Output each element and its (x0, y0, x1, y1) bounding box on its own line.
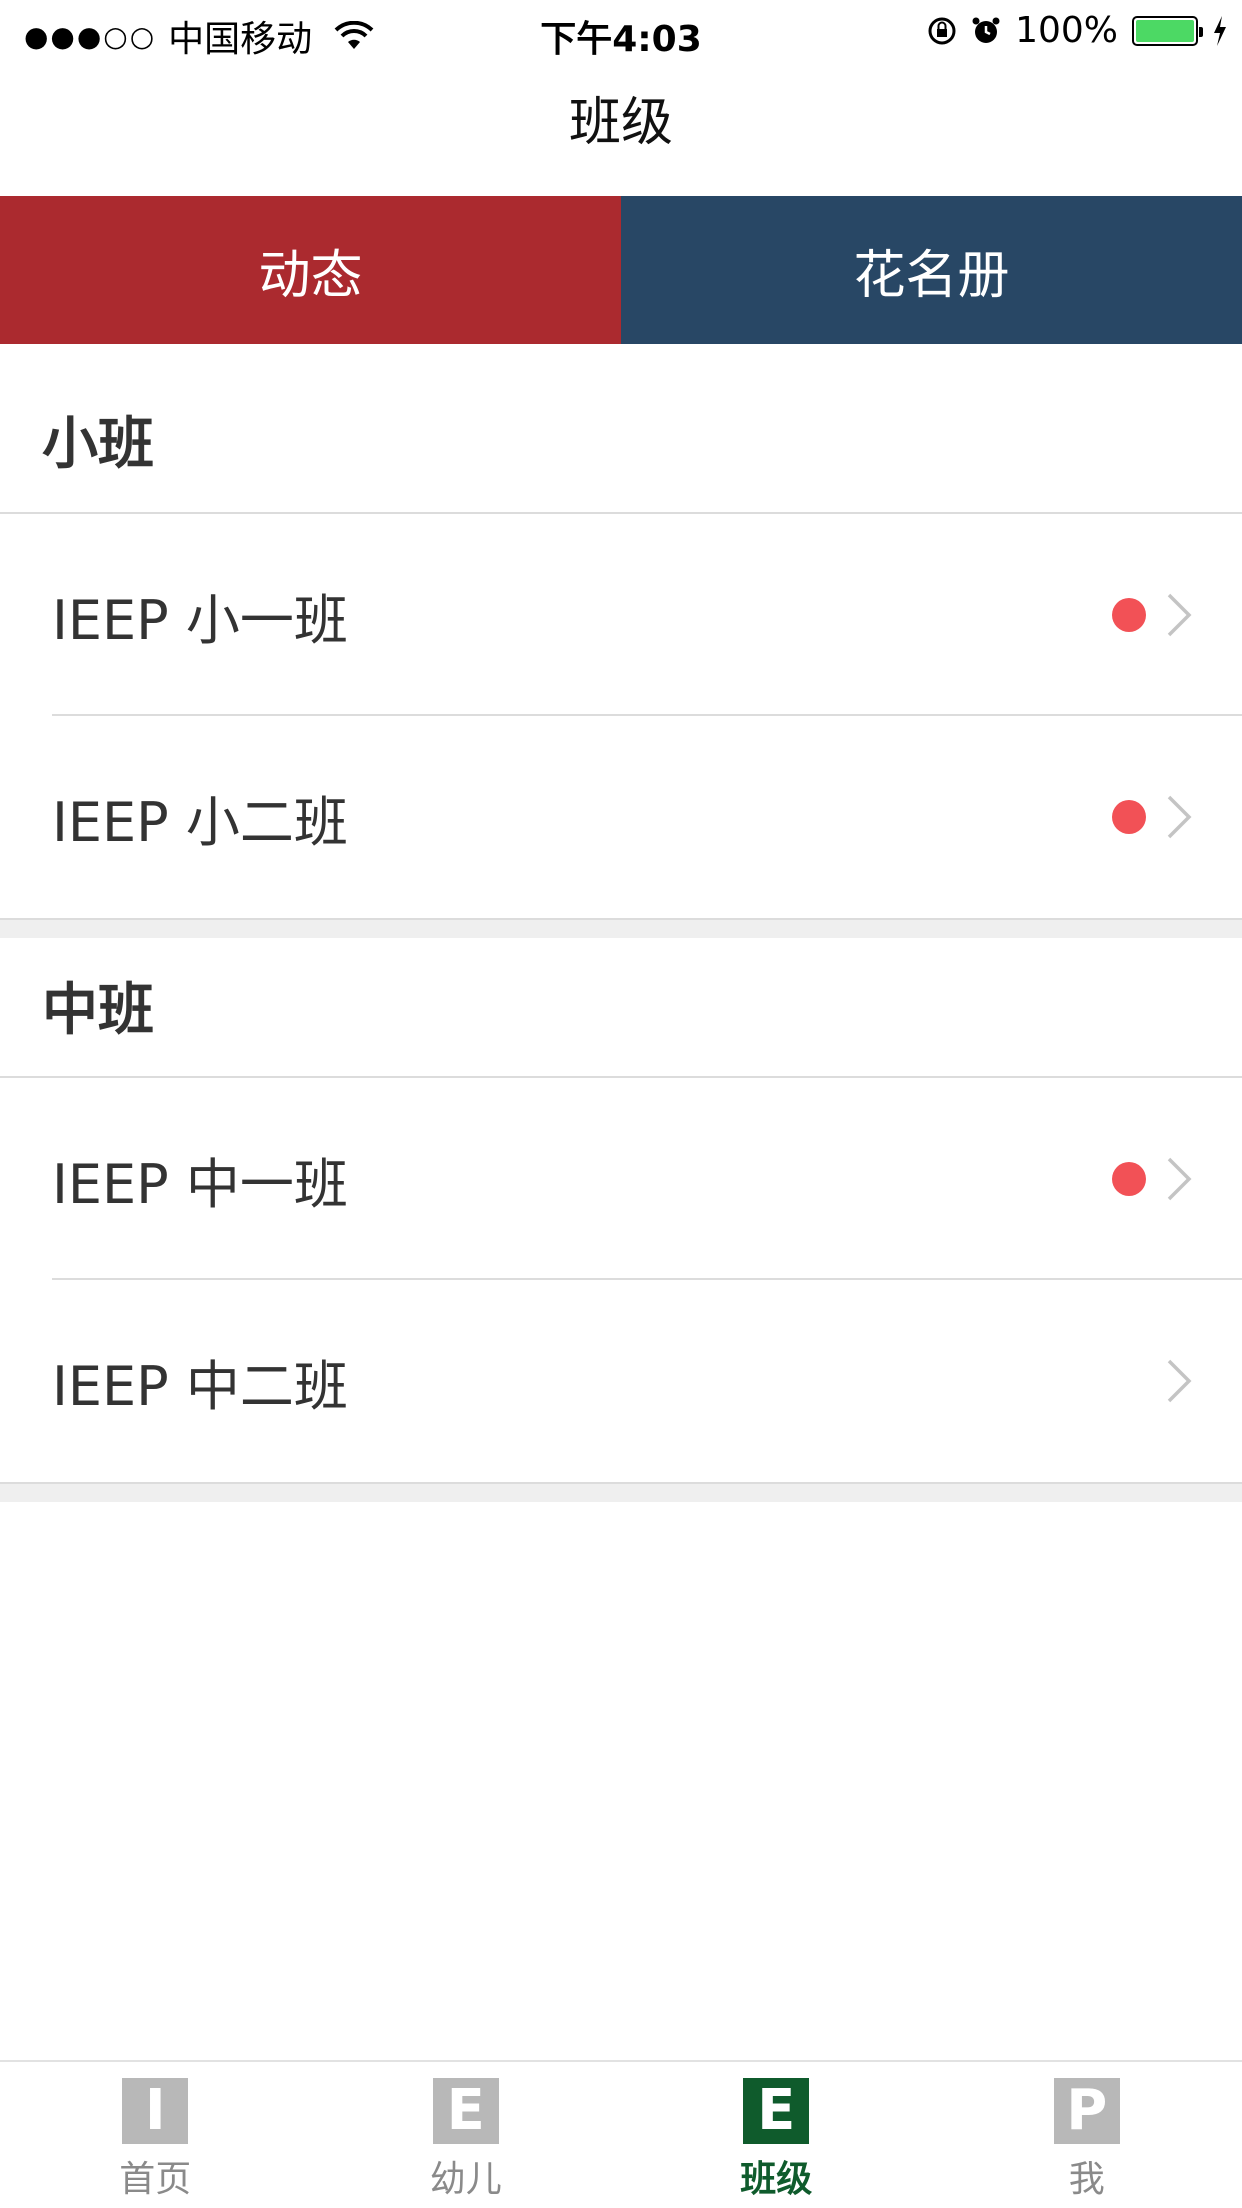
class-list: 小班 IEEP 小一班 IEEP 小二班 中班 IEEP 中一班 IEEP 中二… (0, 344, 1242, 1502)
chevron-right-icon (1167, 1157, 1192, 1201)
me-letter-icon: P (1053, 2078, 1120, 2144)
section-divider (0, 918, 1242, 938)
section-divider (0, 1482, 1242, 1502)
tab-feed-label: 动态 (258, 245, 363, 306)
unread-dot-icon (1112, 800, 1146, 834)
battery-percent: 100% (1015, 10, 1118, 51)
class-name: IEEP 中一班 (52, 1152, 348, 1216)
class-row[interactable]: IEEP 小一班 (0, 514, 1242, 716)
segment-tabs: 动态 花名册 (0, 196, 1242, 364)
class-name: IEEP 小二班 (52, 790, 348, 854)
tabbar-item-home[interactable]: I 首页 (0, 2062, 311, 2208)
chevron-right-icon (1167, 1359, 1192, 1403)
chevron-right-icon (1167, 795, 1192, 839)
charging-bolt-icon (1214, 15, 1226, 46)
bottom-tab-bar: I 首页 E 幼儿 E 班级 P 我 (0, 2060, 1242, 2208)
section-header: 中班 (0, 938, 1242, 1078)
tabbar-label: 班级 (740, 2159, 813, 2200)
status-right: 100% (927, 10, 1228, 51)
children-letter-icon: E (432, 2078, 499, 2144)
unread-dot-icon (1112, 1162, 1146, 1196)
class-name: IEEP 中二班 (52, 1354, 348, 1418)
battery-icon (1132, 15, 1203, 46)
chevron-right-icon (1167, 593, 1192, 637)
alarm-icon (972, 17, 1000, 43)
class-row[interactable]: IEEP 中一班 (0, 1078, 1242, 1280)
page-title: 班级 (568, 93, 673, 153)
tabbar-label: 我 (1068, 2159, 1105, 2200)
battery-fill (1136, 19, 1194, 42)
tabbar-item-classes[interactable]: E 班级 (621, 2062, 932, 2208)
class-row[interactable]: IEEP 小二班 (0, 716, 1242, 918)
rotation-lock-icon (928, 17, 956, 44)
tabbar-item-children[interactable]: E 幼儿 (311, 2062, 622, 2208)
tabbar-label: 首页 (119, 2159, 192, 2200)
tab-roster-label: 花名册 (853, 245, 1010, 306)
tab-roster[interactable]: 花名册 (621, 196, 1242, 344)
tab-feed[interactable]: 动态 (0, 196, 621, 364)
status-bar: ●●●○○ 中国移动 下午4:03 100% (0, 0, 1242, 64)
class-row[interactable]: IEEP 中二班 (0, 1280, 1242, 1482)
tabbar-item-me[interactable]: P 我 (932, 2062, 1242, 2208)
unread-dot-icon (1112, 598, 1146, 632)
home-letter-icon: I (122, 2078, 189, 2144)
section-header: 小班 (0, 344, 1242, 514)
class-name: IEEP 小一班 (52, 588, 348, 652)
tabbar-label: 幼儿 (429, 2159, 502, 2200)
classes-letter-icon: E (743, 2078, 810, 2144)
